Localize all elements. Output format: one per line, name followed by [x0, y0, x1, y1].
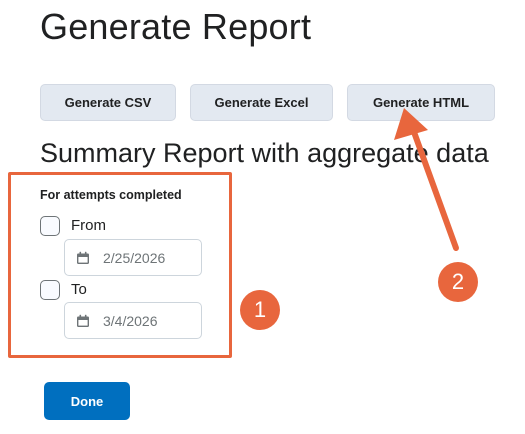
page-title: Generate Report [40, 6, 312, 47]
from-date-field[interactable]: 2/25/2026 [64, 239, 202, 276]
generate-excel-button[interactable]: Generate Excel [190, 84, 333, 121]
calendar-icon [76, 314, 90, 328]
section-title: Summary Report with aggregate data [40, 138, 489, 168]
done-button[interactable]: Done [44, 382, 130, 420]
attempts-filter-label: For attempts completed [40, 188, 182, 202]
generate-html-button[interactable]: Generate HTML [347, 84, 495, 121]
from-date-value: 2/25/2026 [103, 249, 166, 266]
from-checkbox[interactable] [40, 216, 60, 236]
to-date-field[interactable]: 3/4/2026 [64, 302, 202, 339]
generate-csv-button[interactable]: Generate CSV [40, 84, 176, 121]
to-checkbox[interactable] [40, 280, 60, 300]
calendar-icon [76, 251, 90, 265]
callout-number-1: 1 [240, 290, 280, 330]
to-label: To [71, 281, 87, 298]
callout-number-2: 2 [438, 262, 478, 302]
from-label: From [71, 217, 106, 234]
to-date-value: 3/4/2026 [103, 312, 158, 329]
